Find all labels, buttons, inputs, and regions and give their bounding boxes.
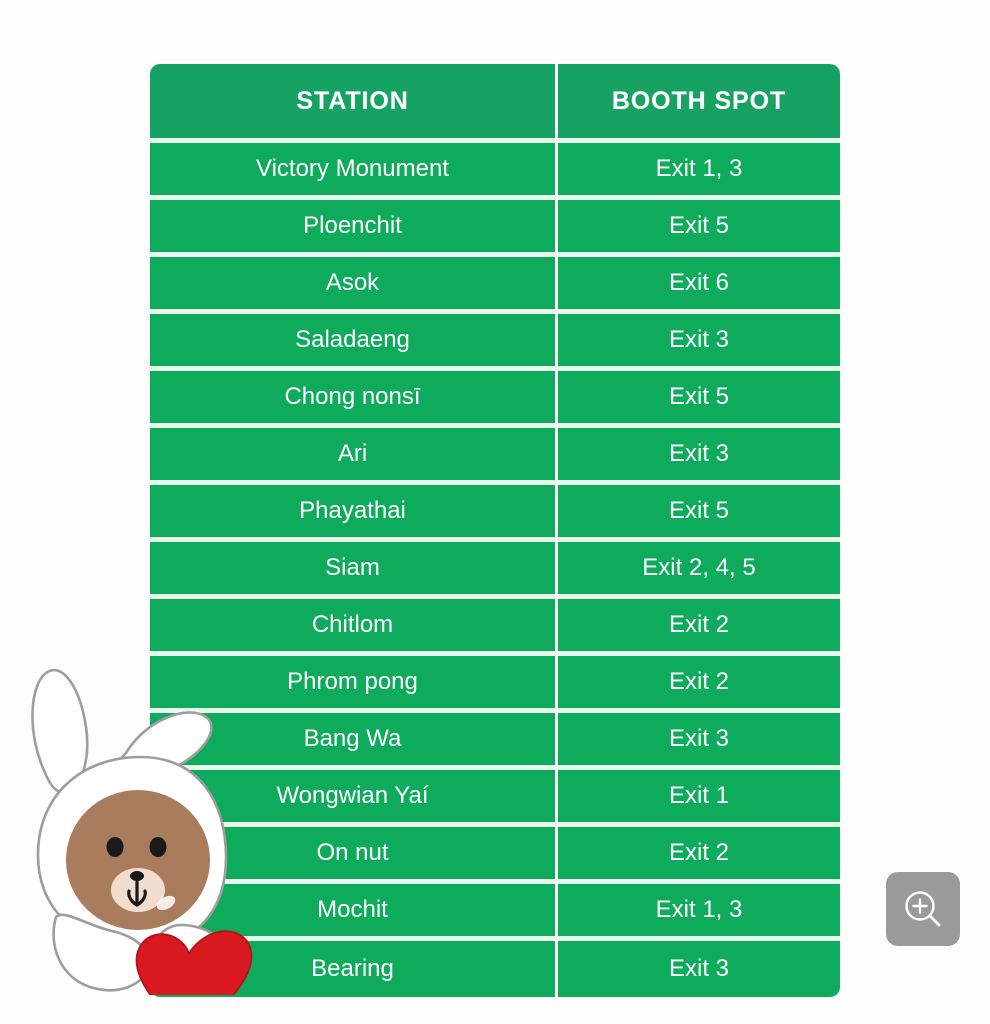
- cell-booth-spot: Exit 2: [558, 651, 840, 708]
- table-row: Victory Monument Exit 1, 3: [150, 138, 840, 195]
- cell-station: Asok: [150, 252, 558, 309]
- magnifier-plus-icon: [901, 887, 945, 931]
- table-header-row: STATION BOOTH SPOT: [150, 64, 840, 138]
- cell-station: Wongwian Yaí: [150, 765, 558, 822]
- cell-station-label: Ari: [337, 440, 368, 467]
- cell-booth-spot: Exit 1: [558, 765, 840, 822]
- cell-booth-spot: Exit 1, 3: [558, 138, 840, 195]
- table-row: Wongwian Yaí Exit 1: [150, 765, 840, 822]
- cell-booth-spot-label: Exit 2: [668, 668, 730, 695]
- cell-booth-spot-label: Exit 3: [668, 955, 730, 982]
- bear-nose: [130, 871, 144, 881]
- cell-station-label: Wongwian Yaí: [276, 782, 429, 809]
- cell-booth-spot: Exit 1, 3: [558, 879, 840, 936]
- column-header-booth-spot: BOOTH SPOT: [558, 64, 840, 138]
- table-row: Mochit Exit 1, 3: [150, 879, 840, 936]
- table-body: Victory Monument Exit 1, 3 Ploenchit Exit 5…: [150, 138, 840, 997]
- cell-booth-spot-label: Exit 2: [668, 611, 730, 638]
- table-header: STATION BOOTH SPOT: [150, 64, 840, 138]
- cell-booth-spot-label: Exit 1, 3: [655, 896, 743, 923]
- cell-station-label: Chitlom: [311, 611, 394, 638]
- cell-station: Siam: [150, 537, 558, 594]
- column-header-booth-spot-label: BOOTH SPOT: [611, 86, 787, 115]
- cell-station-label: Saladaeng: [295, 326, 410, 353]
- cell-booth-spot: Exit 5: [558, 195, 840, 252]
- cell-station: Ploenchit: [150, 195, 558, 252]
- cell-booth-spot-label: Exit 5: [668, 497, 730, 524]
- cell-station-label: Ploenchit: [303, 212, 402, 239]
- table-row: Ploenchit Exit 5: [150, 195, 840, 252]
- station-booth-table: STATION BOOTH SPOT Victory Monument Exit …: [150, 64, 840, 997]
- cell-booth-spot-label: Exit 1: [668, 782, 730, 809]
- table-row: Saladaeng Exit 3: [150, 309, 840, 366]
- column-header-station-label: STATION: [296, 86, 409, 115]
- cell-station-label: Phrom pong: [287, 668, 418, 695]
- cell-station: Victory Monument: [150, 138, 558, 195]
- cell-booth-spot: Exit 2: [558, 594, 840, 651]
- cell-station-label: On nut: [316, 839, 389, 866]
- table-row: Chitlom Exit 2: [150, 594, 840, 651]
- cell-station: Phayathai: [150, 480, 558, 537]
- cell-booth-spot: Exit 3: [558, 423, 840, 480]
- cell-station-label: Phayathai: [299, 497, 406, 524]
- cell-station-label: Asok: [325, 269, 380, 296]
- cell-booth-spot: Exit 2, 4, 5: [558, 537, 840, 594]
- cell-station: Saladaeng: [150, 309, 558, 366]
- cell-booth-spot: Exit 5: [558, 366, 840, 423]
- cell-booth-spot: Exit 6: [558, 252, 840, 309]
- bear-eye-left: [106, 837, 124, 857]
- cell-station: Mochit: [150, 879, 558, 936]
- cell-station-label: Bearing: [311, 955, 394, 982]
- station-booth-table-container: STATION BOOTH SPOT Victory Monument Exit …: [150, 64, 840, 997]
- bunny-costume-left-ear: [31, 668, 89, 794]
- cell-booth-spot: Exit 5: [558, 480, 840, 537]
- cell-booth-spot-label: Exit 6: [668, 269, 730, 296]
- cell-booth-spot: Exit 3: [558, 936, 840, 997]
- cell-booth-spot-label: Exit 2: [668, 839, 730, 866]
- cell-booth-spot-label: Exit 2, 4, 5: [642, 554, 756, 581]
- cell-station-label: Chong nonsī: [284, 383, 421, 410]
- cell-booth-spot-label: Exit 3: [668, 326, 730, 353]
- table-row: On nut Exit 2: [150, 822, 840, 879]
- bear-mouth: [127, 879, 147, 907]
- table-row: Bearing Exit 3: [150, 936, 840, 997]
- table-row: Phayathai Exit 5: [150, 480, 840, 537]
- cell-station: Ari: [150, 423, 558, 480]
- table-row: Phrom pong Exit 2: [150, 651, 840, 708]
- cell-booth-spot-label: Exit 5: [668, 383, 730, 410]
- cell-station: Chong nonsī: [150, 366, 558, 423]
- page-root: STATION BOOTH SPOT Victory Monument Exit …: [0, 0, 990, 1024]
- cell-station: On nut: [150, 822, 558, 879]
- cell-station: Bang Wa: [150, 708, 558, 765]
- cell-station: Phrom pong: [150, 651, 558, 708]
- bunny-costume-left-arm: [52, 913, 151, 992]
- table-row: Bang Wa Exit 3: [150, 708, 840, 765]
- cell-station: Chitlom: [150, 594, 558, 651]
- cell-booth-spot-label: Exit 3: [668, 440, 730, 467]
- cell-booth-spot: Exit 3: [558, 708, 840, 765]
- table-row: Asok Exit 6: [150, 252, 840, 309]
- cell-booth-spot: Exit 2: [558, 822, 840, 879]
- cell-station-label: Mochit: [317, 896, 388, 923]
- table-row: Ari Exit 3: [150, 423, 840, 480]
- cell-booth-spot: Exit 3: [558, 309, 840, 366]
- cell-booth-spot-label: Exit 5: [668, 212, 730, 239]
- cell-station: Bearing: [150, 936, 558, 997]
- cell-station-label: Victory Monument: [256, 155, 449, 182]
- cell-booth-spot-label: Exit 3: [668, 725, 730, 752]
- cell-station-label: Bang Wa: [303, 725, 402, 752]
- table-row: Chong nonsī Exit 5: [150, 366, 840, 423]
- cell-station-label: Siam: [325, 554, 380, 581]
- column-header-station: STATION: [150, 64, 558, 138]
- zoom-in-button[interactable]: [886, 872, 960, 946]
- cell-booth-spot-label: Exit 1, 3: [655, 155, 743, 182]
- table-row: Siam Exit 2, 4, 5: [150, 537, 840, 594]
